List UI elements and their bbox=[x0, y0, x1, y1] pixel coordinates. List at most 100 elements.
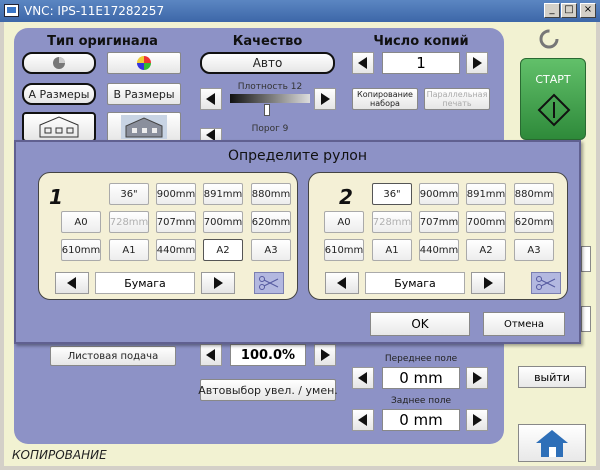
density-slider-track[interactable] bbox=[230, 94, 310, 103]
color-wheel-icon bbox=[137, 56, 151, 70]
roll-2-number: 2 bbox=[339, 185, 353, 209]
quality-header: Качество bbox=[232, 34, 303, 49]
scissors-icon bbox=[536, 276, 556, 290]
zoom-increase-button[interactable] bbox=[314, 344, 336, 366]
front-margin-value: 0 mm bbox=[382, 367, 460, 389]
start-label: СТАРТ bbox=[535, 73, 571, 86]
roll-1-paper-prev-button[interactable] bbox=[55, 272, 89, 294]
b-sizes-button[interactable]: B Размеры bbox=[107, 83, 181, 105]
back-margin-label: Заднее поле bbox=[390, 396, 451, 406]
vnc-app-icon bbox=[4, 4, 19, 17]
roll-2-size-button[interactable]: 707mm bbox=[419, 211, 459, 233]
roll-2-size-button[interactable]: 700mm bbox=[466, 211, 506, 233]
copies-decrease-button[interactable] bbox=[352, 52, 374, 74]
copies-increase-button[interactable] bbox=[466, 52, 488, 74]
window-title-bar[interactable]: VNC: IPS-11E17282257 _ □ × bbox=[0, 0, 600, 22]
density-label: Плотность 12 bbox=[237, 82, 303, 92]
roll-2-paper-next-button[interactable] bbox=[471, 272, 505, 294]
roll-1-size-button[interactable]: 620mm bbox=[251, 211, 291, 233]
scissors-icon bbox=[259, 276, 279, 290]
roll-2-size-button[interactable]: 900mm bbox=[419, 183, 459, 205]
quality-mode-select[interactable]: Авто bbox=[200, 52, 335, 74]
roll-2-size-button[interactable]: 440mm bbox=[419, 239, 459, 261]
roll-1-size-button[interactable]: 36" bbox=[109, 183, 149, 205]
start-diamond-icon bbox=[537, 93, 571, 127]
copies-value: 1 bbox=[382, 52, 460, 74]
zoom-value: 100.0% bbox=[230, 344, 306, 366]
mono-pie-icon bbox=[53, 57, 65, 69]
roll-1-size-button[interactable]: A3 bbox=[251, 239, 291, 261]
roll-1-cut-button[interactable] bbox=[254, 272, 284, 294]
front-margin-label: Переднее поле bbox=[384, 354, 458, 364]
back-margin-value: 0 mm bbox=[382, 409, 460, 431]
roll-1-size-button[interactable]: 440mm bbox=[156, 239, 196, 261]
density-decrease-button[interactable] bbox=[200, 88, 222, 110]
window-title: VNC: IPS-11E17282257 bbox=[24, 4, 165, 18]
roll-1-size-button[interactable]: A1 bbox=[109, 239, 149, 261]
roll-2-size-button[interactable]: 891mm bbox=[466, 183, 506, 205]
close-button[interactable]: × bbox=[580, 3, 596, 18]
exit-button[interactable]: выйти bbox=[518, 366, 586, 388]
busy-spinner-icon bbox=[538, 28, 560, 50]
roll-2-size-button[interactable]: 880mm bbox=[514, 183, 554, 205]
roll-2-size-button[interactable]: A2 bbox=[466, 239, 506, 261]
sheet-feed-button[interactable]: Листовая подача bbox=[50, 346, 176, 366]
start-button[interactable]: СТАРТ bbox=[520, 58, 586, 140]
original-type-header: Тип оригинала bbox=[47, 34, 158, 49]
parallel-print-button[interactable]: Параллельная печать bbox=[424, 88, 490, 110]
original-mono-button[interactable] bbox=[22, 52, 96, 74]
copies-header: Число копий bbox=[373, 34, 469, 49]
roll-2-cut-button[interactable] bbox=[531, 272, 561, 294]
threshold-label: Порог 9 bbox=[251, 124, 289, 134]
status-bar: КОПИРОВАНИЕ bbox=[4, 444, 504, 466]
ok-button[interactable]: OK bbox=[370, 312, 470, 336]
auto-zoom-button[interactable]: Автовыбор увел. / умен. bbox=[198, 379, 338, 401]
back-margin-increase-button[interactable] bbox=[466, 409, 488, 431]
original-type-house-button[interactable] bbox=[22, 112, 96, 142]
roll-2-size-button[interactable]: 610mm bbox=[324, 239, 364, 261]
maximize-button[interactable]: □ bbox=[561, 3, 577, 18]
collate-copy-button[interactable]: Копирование набора bbox=[352, 88, 418, 110]
side-button-edge[interactable] bbox=[581, 246, 591, 272]
home-button[interactable] bbox=[518, 424, 586, 462]
original-color-button[interactable] bbox=[107, 52, 181, 74]
roll-1-size-button[interactable]: 891mm bbox=[203, 183, 243, 205]
roll-2-size-button[interactable]: 36" bbox=[372, 183, 412, 205]
roll-1-size-button[interactable]: 900mm bbox=[156, 183, 196, 205]
roll-2-size-button[interactable]: 620mm bbox=[514, 211, 554, 233]
roll-1-size-button[interactable]: 707mm bbox=[156, 211, 196, 233]
roll-2-size-button[interactable]: A0 bbox=[324, 211, 364, 233]
dialog-title: Определите рулон bbox=[227, 148, 368, 164]
roll-2-size-button[interactable]: 728mm bbox=[372, 211, 412, 233]
density-increase-button[interactable] bbox=[314, 88, 336, 110]
roll-1-size-button[interactable]: 700mm bbox=[203, 211, 243, 233]
roll-2-paper-prev-button[interactable] bbox=[325, 272, 359, 294]
roll-1-size-button[interactable]: 728mm bbox=[109, 211, 149, 233]
density-slider-thumb[interactable] bbox=[264, 104, 270, 116]
a-sizes-button[interactable]: А Размеры bbox=[22, 83, 96, 105]
house-photo-icon bbox=[121, 115, 167, 139]
roll-2-size-button[interactable]: A1 bbox=[372, 239, 412, 261]
roll-1-paper-next-button[interactable] bbox=[201, 272, 235, 294]
back-margin-decrease-button[interactable] bbox=[352, 409, 374, 431]
front-margin-increase-button[interactable] bbox=[466, 367, 488, 389]
roll-1-paper-label: Бумага bbox=[95, 272, 195, 294]
roll-1-size-button[interactable]: A0 bbox=[61, 211, 101, 233]
zoom-decrease-button[interactable] bbox=[200, 344, 222, 366]
side-button-edge-2[interactable] bbox=[581, 306, 591, 332]
minimize-button[interactable]: _ bbox=[544, 3, 560, 18]
roll-1-number: 1 bbox=[49, 185, 63, 209]
original-type-photo-button[interactable] bbox=[107, 112, 181, 142]
roll-1-size-button[interactable]: 880mm bbox=[251, 183, 291, 205]
home-icon bbox=[536, 430, 568, 457]
roll-1-size-button[interactable]: 610mm bbox=[61, 239, 101, 261]
roll-1-size-button[interactable]: A2 bbox=[203, 239, 243, 261]
roll-2-size-button[interactable]: A3 bbox=[514, 239, 554, 261]
roll-dialog: Определите рулон 1 Бумага 36" 900mm 891mm 8… bbox=[14, 140, 581, 344]
cancel-button[interactable]: Отмена bbox=[483, 312, 565, 336]
roll-2-paper-label: Бумага bbox=[365, 272, 465, 294]
roll-group-1: 1 Бумага 36" 900mm 891mm 880mm A0 728mm 707mm 7… bbox=[38, 172, 298, 300]
roll-group-2: 2 Бумага 36" 900mm 891mm 880mm A0 728mm 707mm 7… bbox=[308, 172, 568, 300]
house-drawing-icon bbox=[39, 116, 79, 138]
front-margin-decrease-button[interactable] bbox=[352, 367, 374, 389]
